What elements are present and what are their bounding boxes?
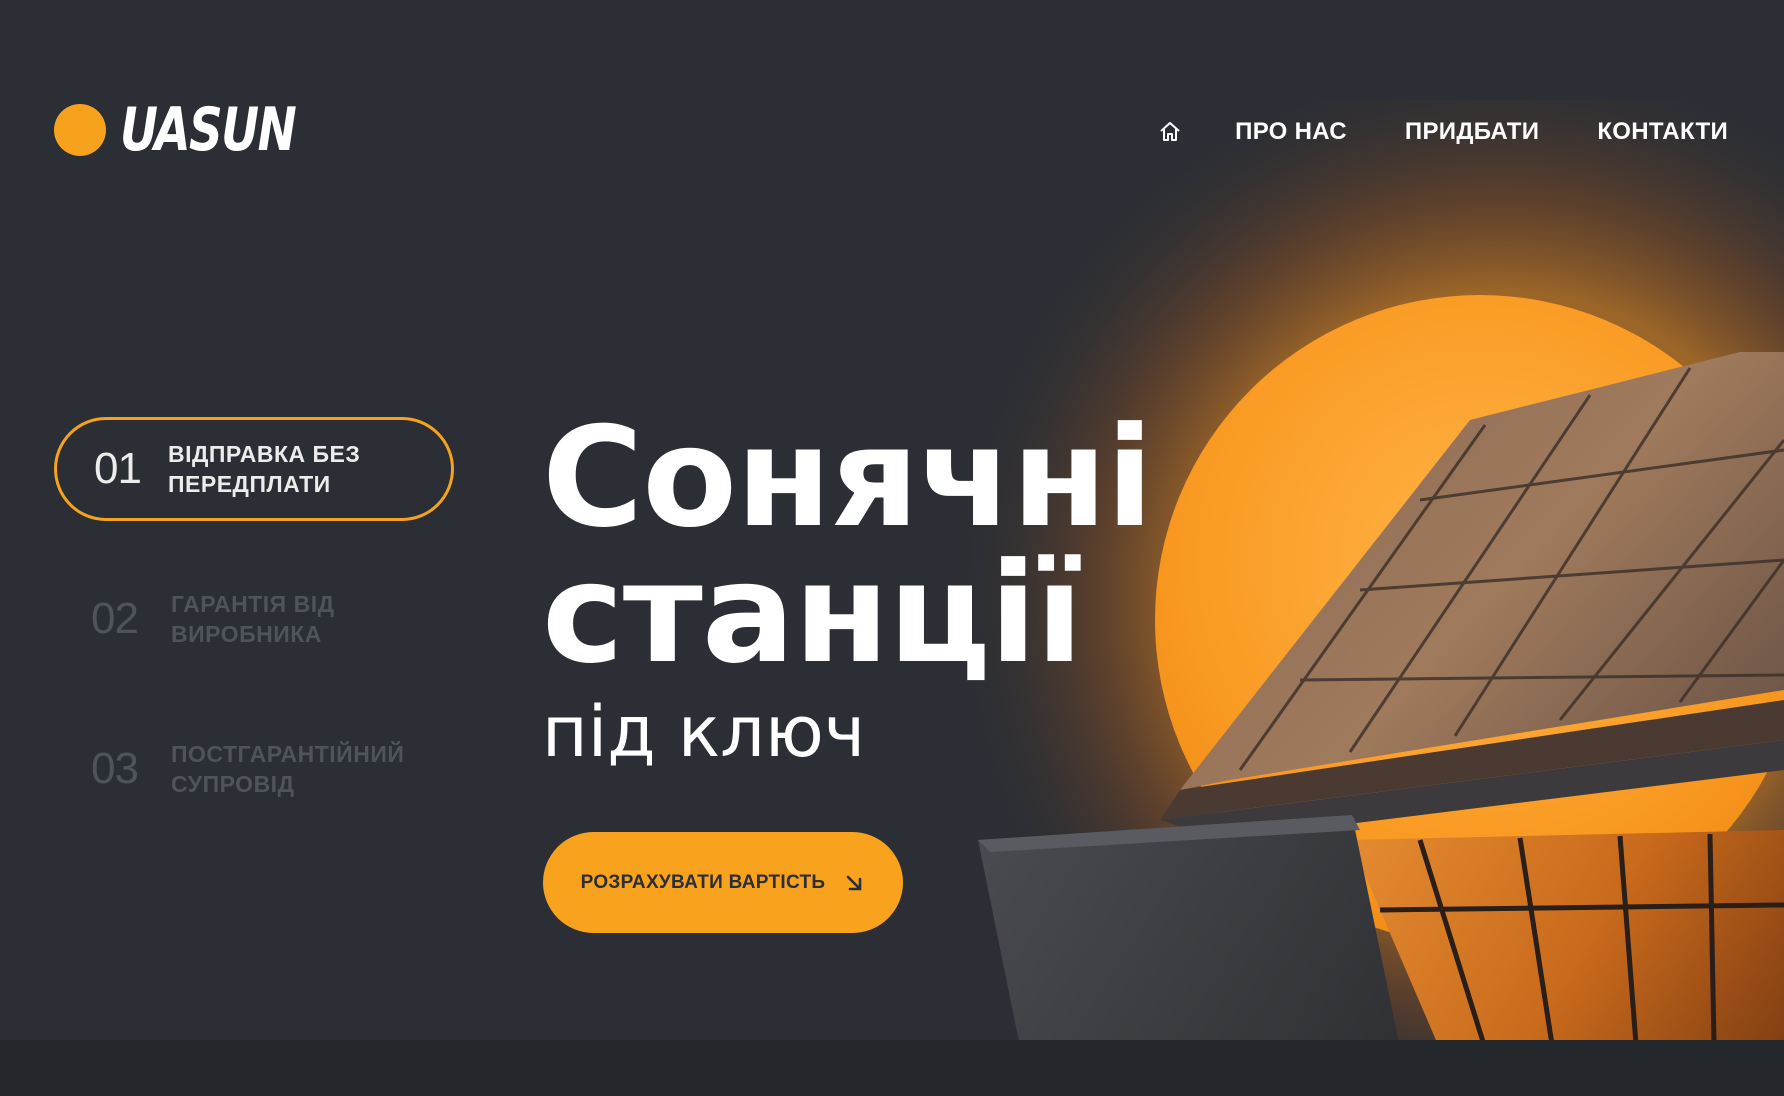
benefit-label: ПОСТГАРАНТІЙНИЙ СУПРОВІД: [171, 741, 405, 797]
benefit-label: ГАРАНТІЯ ВІД ВИРОБНИКА: [171, 591, 335, 647]
benefit-item-3[interactable]: 03 ПОСТГАРАНТІЙНИЙ СУПРОВІД: [54, 717, 454, 821]
cta-label: РОЗРАХУВАТИ ВАРТІСТЬ: [580, 871, 826, 893]
home-icon[interactable]: [1157, 119, 1183, 145]
nav-link-contacts[interactable]: КОНТАКТИ: [1597, 118, 1728, 146]
logo-sun-icon: [54, 104, 106, 156]
nav-link-buy[interactable]: ПРИДБАТИ: [1405, 118, 1539, 146]
arrow-down-right-icon: [843, 872, 865, 894]
benefits-list: 01 ВІДПРАВКА БЕЗ ПЕРЕДПЛАТИ 02 ГАРАНТІЯ …: [54, 417, 454, 867]
benefit-label: ВІДПРАВКА БЕЗ ПЕРЕДПЛАТИ: [168, 441, 361, 497]
benefit-number: 02: [91, 594, 139, 643]
hero-title-line-1: Сонячні: [542, 397, 1153, 558]
brand-logo[interactable]: UASUN: [54, 100, 345, 160]
nav-link-about[interactable]: ПРО НАС: [1235, 118, 1347, 146]
main-nav: ПРО НАС ПРИДБАТИ КОНТАКТИ: [1157, 118, 1728, 146]
landing-page: UASUN ПРО НАС ПРИДБАТИ КОНТАКТИ 01 ВІДПР…: [0, 0, 1784, 1096]
hero-title-line-2: станції: [542, 533, 1083, 694]
benefit-number: 03: [91, 744, 139, 793]
benefit-item-1[interactable]: 01 ВІДПРАВКА БЕЗ ПЕРЕДПЛАТИ: [54, 417, 454, 521]
hero-headline: Сонячні станції під ключ: [542, 397, 1153, 773]
benefit-number: 01: [94, 444, 142, 493]
hero-subtitle: під ключ: [542, 691, 866, 773]
calculate-cost-button[interactable]: РОЗРАХУВАТИ ВАРТІСТЬ: [543, 832, 903, 933]
logo-text: UASUN: [120, 95, 297, 165]
bottom-band: [0, 1040, 1784, 1096]
benefit-item-2[interactable]: 02 ГАРАНТІЯ ВІД ВИРОБНИКА: [54, 567, 454, 671]
